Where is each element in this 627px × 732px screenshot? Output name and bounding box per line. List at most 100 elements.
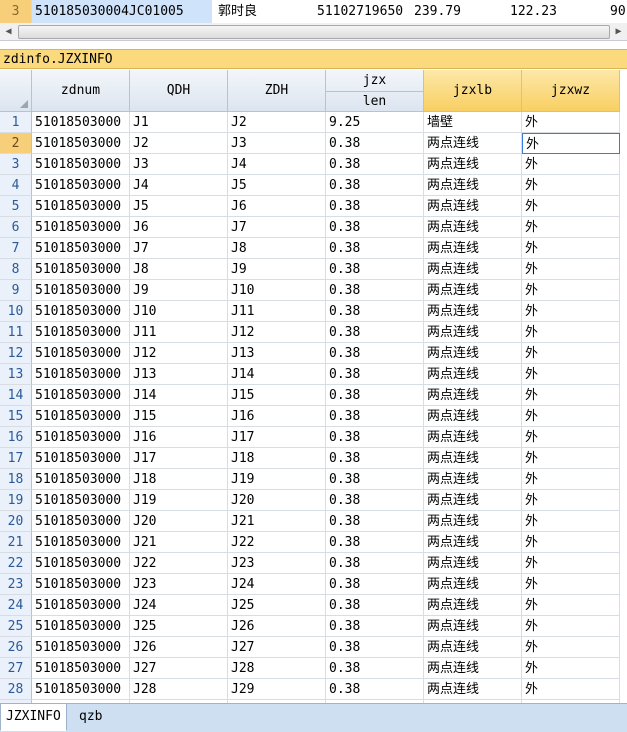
cell-len[interactable]: 0.38 (326, 532, 424, 553)
cell-len[interactable]: 0.38 (326, 490, 424, 511)
row-number[interactable]: 9 (0, 280, 32, 301)
select-all-corner[interactable] (0, 70, 32, 112)
cell-zdh[interactable]: J21 (228, 511, 326, 532)
cell-jzxwz[interactable]: 外 (522, 259, 620, 280)
cell-jzxwz[interactable]: 外 (522, 469, 620, 490)
cell-jzxlb[interactable]: 两点连线 (424, 343, 522, 364)
cell-qdh[interactable]: J17 (130, 448, 228, 469)
cell-zdnum[interactable]: 51018503000 (32, 574, 130, 595)
cell-zdnum[interactable]: 51018503000 (32, 301, 130, 322)
table-row[interactable]: 12 51018503000 J12 J13 0.38 两点连线外 (0, 343, 627, 364)
cell-jzxlb[interactable]: 两点连线 (424, 238, 522, 259)
row-number[interactable]: 25 (0, 616, 32, 637)
cell-zdh[interactable]: J24 (228, 574, 326, 595)
cell-zdh[interactable]: J23 (228, 553, 326, 574)
cell-qdh[interactable]: J18 (130, 469, 228, 490)
cell-jzxwz[interactable]: 外 (522, 658, 620, 679)
cell-zdh[interactable]: J6 (228, 196, 326, 217)
cell-zdh[interactable]: J18 (228, 448, 326, 469)
column-header-qdh[interactable]: QDH (130, 70, 228, 112)
cell-zdnum[interactable]: 51018503000 (32, 553, 130, 574)
cell-qdh[interactable]: J28 (130, 679, 228, 700)
cell-qdh[interactable]: J2 (130, 133, 228, 154)
row-number[interactable]: 18 (0, 469, 32, 490)
cell-qdh[interactable]: J21 (130, 532, 228, 553)
cell-jzxwz[interactable]: 外 (522, 196, 620, 217)
cell-zdh[interactable]: J5 (228, 175, 326, 196)
previous-row-cell[interactable]: 122.23 (508, 0, 600, 23)
row-number[interactable]: 24 (0, 595, 32, 616)
table-row[interactable]: 23 51018503000 J23 J24 0.38 两点连线外 (0, 574, 627, 595)
cell-qdh[interactable]: J23 (130, 574, 228, 595)
cell-jzxwz[interactable]: 外 (522, 322, 620, 343)
cell-len[interactable]: 0.38 (326, 238, 424, 259)
cell-zdnum[interactable]: 51018503000 (32, 364, 130, 385)
row-number[interactable]: 11 (0, 322, 32, 343)
cell-len[interactable]: 0.38 (326, 574, 424, 595)
row-number[interactable]: 26 (0, 637, 32, 658)
row-number[interactable]: 6 (0, 217, 32, 238)
cell-len[interactable]: 0.38 (326, 133, 424, 154)
cell-qdh[interactable]: J5 (130, 196, 228, 217)
cell-qdh[interactable]: J10 (130, 301, 228, 322)
cell-zdh[interactable]: J27 (228, 637, 326, 658)
cell-qdh[interactable]: J22 (130, 553, 228, 574)
cell-zdnum[interactable]: 51018503000 (32, 595, 130, 616)
cell-jzxlb[interactable]: 两点连线 (424, 427, 522, 448)
cell-jzxlb[interactable]: 两点连线 (424, 658, 522, 679)
cell-zdnum[interactable]: 51018503000 (32, 658, 130, 679)
row-number[interactable]: 20 (0, 511, 32, 532)
cell-len[interactable]: 0.38 (326, 469, 424, 490)
cell-zdnum[interactable]: 51018503000 (32, 238, 130, 259)
cell-zdnum[interactable]: 51018503000 (32, 679, 130, 700)
row-number[interactable]: 23 (0, 574, 32, 595)
cell-jzxwz[interactable]: 外 (522, 553, 620, 574)
cell-zdnum[interactable]: 51018503000 (32, 112, 130, 133)
cell-jzxwz[interactable]: 外 (522, 301, 620, 322)
cell-zdnum[interactable]: 51018503000 (32, 259, 130, 280)
cell-zdh[interactable]: J7 (228, 217, 326, 238)
cell-jzxwz[interactable]: 外 (522, 448, 620, 469)
table-row[interactable]: 2 51018503000 J2 J3 0.38 两点连线外 (0, 133, 627, 154)
cell-len[interactable]: 0.38 (326, 679, 424, 700)
cell-jzxlb[interactable]: 两点连线 (424, 595, 522, 616)
cell-len[interactable]: 0.38 (326, 448, 424, 469)
cell-jzxwz[interactable]: 外 (522, 133, 620, 154)
cell-zdnum[interactable]: 51018503000 (32, 217, 130, 238)
row-number[interactable]: 16 (0, 427, 32, 448)
column-header-zdh[interactable]: ZDH (228, 70, 326, 112)
scrollbar-thumb[interactable] (18, 25, 610, 39)
table-row[interactable]: 24 51018503000 J24 J25 0.38 两点连线外 (0, 595, 627, 616)
row-number[interactable]: 7 (0, 238, 32, 259)
cell-qdh[interactable]: J15 (130, 406, 228, 427)
row-number[interactable]: 3 (0, 154, 32, 175)
cell-jzxwz[interactable]: 外 (522, 364, 620, 385)
table-row[interactable]: 22 51018503000 J22 J23 0.38 两点连线外 (0, 553, 627, 574)
row-number[interactable]: 12 (0, 343, 32, 364)
cell-jzxwz[interactable]: 外 (522, 175, 620, 196)
cell-zdh[interactable]: J10 (228, 280, 326, 301)
cell-qdh[interactable]: J7 (130, 238, 228, 259)
tab-qzb[interactable]: qzb (74, 704, 107, 730)
cell-qdh[interactable]: J1 (130, 112, 228, 133)
cell-qdh[interactable]: J6 (130, 217, 228, 238)
cell-jzxlb[interactable]: 两点连线 (424, 448, 522, 469)
cell-zdnum[interactable]: 51018503000 (32, 343, 130, 364)
scroll-left-icon[interactable]: ◀ (0, 23, 17, 40)
cell-jzxlb[interactable]: 两点连线 (424, 490, 522, 511)
row-number[interactable]: 19 (0, 490, 32, 511)
cell-jzxwz[interactable]: 外 (522, 490, 620, 511)
cell-zdh[interactable]: J19 (228, 469, 326, 490)
cell-len[interactable]: 0.38 (326, 553, 424, 574)
cell-zdh[interactable]: J29 (228, 679, 326, 700)
cell-zdh[interactable]: J28 (228, 658, 326, 679)
table-row[interactable]: 3 51018503000 J3 J4 0.38 两点连线外 (0, 154, 627, 175)
cell-qdh[interactable]: J13 (130, 364, 228, 385)
cell-qdh[interactable]: J11 (130, 322, 228, 343)
cell-zdh[interactable]: J11 (228, 301, 326, 322)
cell-zdnum[interactable]: 51018503000 (32, 154, 130, 175)
column-header-jzx[interactable]: jzx len (326, 70, 424, 112)
table-row[interactable]: 11 51018503000 J11 J12 0.38 两点连线外 (0, 322, 627, 343)
table-row[interactable]: 19 51018503000 J19 J20 0.38 两点连线外 (0, 490, 627, 511)
cell-qdh[interactable]: J3 (130, 154, 228, 175)
